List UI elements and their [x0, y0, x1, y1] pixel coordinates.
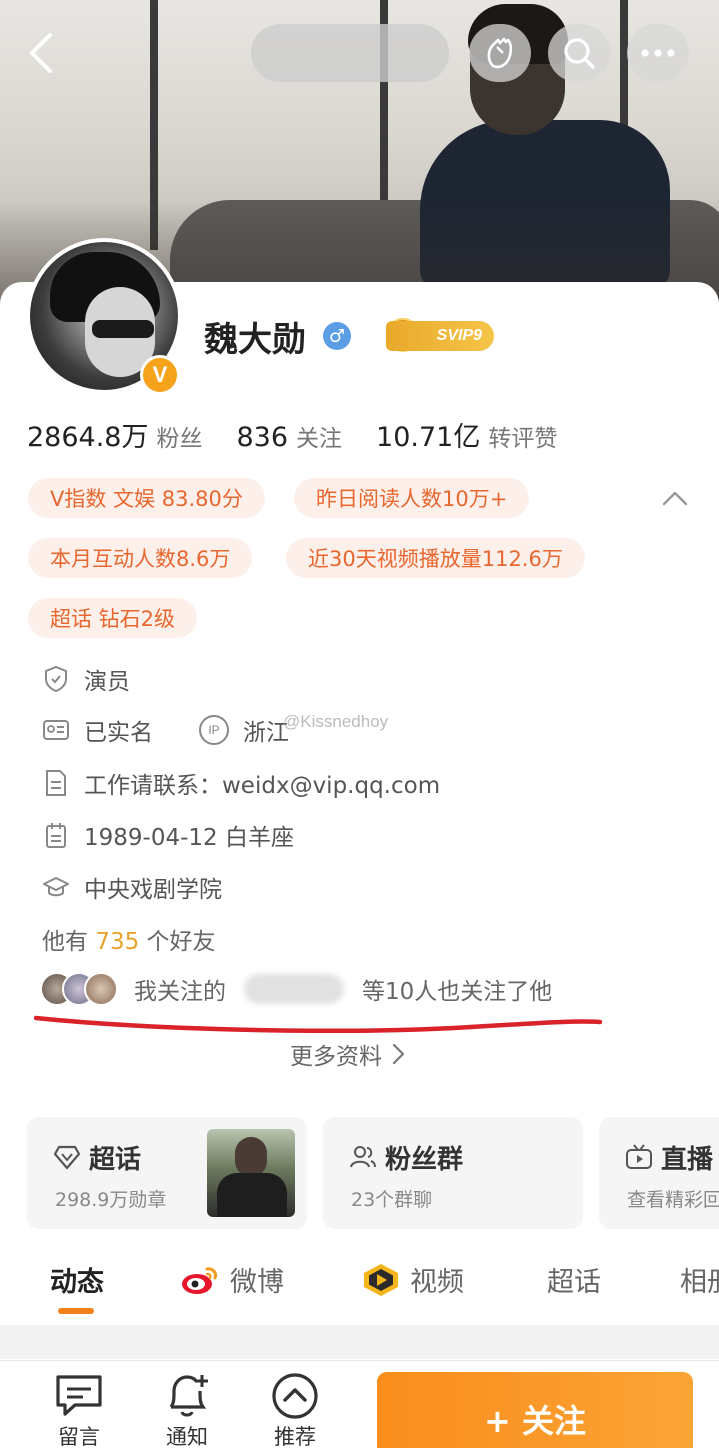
- recommend-label: 推荐: [274, 1425, 316, 1448]
- tab-label: 微博: [230, 1267, 284, 1298]
- watermark-text: @Kissnedhoy: [283, 712, 389, 731]
- chevron-left-icon: [30, 33, 52, 73]
- clap-hand-icon: [487, 37, 513, 69]
- verified-v-icon: V: [140, 355, 180, 395]
- section-divider: [0, 1325, 719, 1359]
- feature-sub: 298.9万勋章: [55, 1189, 167, 1211]
- tag-video-plays[interactable]: 近30天视频播放量112.6万: [286, 538, 585, 578]
- friends-prefix: 他有: [42, 929, 96, 955]
- back-button[interactable]: [20, 28, 62, 78]
- stat-following[interactable]: 836 关注: [236, 419, 342, 453]
- profile-stats: 2864.8万 粉丝 836 关注 10.71亿 转评赞: [27, 415, 591, 454]
- tab-weibo[interactable]: 微博: [180, 1260, 284, 1299]
- mini-avatar: [84, 972, 118, 1006]
- school-text: 中央戏剧学院: [84, 877, 222, 903]
- profile-name: 魏大勋: [204, 320, 306, 360]
- super-topic-card[interactable]: 超话 298.9万勋章: [27, 1117, 307, 1229]
- info-birthday: 1989-04-12 白羊座: [42, 818, 294, 852]
- video-badge-icon: [364, 1263, 398, 1296]
- feature-title: 粉丝群: [385, 1145, 464, 1175]
- bottom-action-bar: 留言 通知 推荐 + 关注: [0, 1360, 719, 1448]
- tab-super-topic[interactable]: 超话: [547, 1260, 601, 1299]
- live-card[interactable]: 直播 查看精彩回: [599, 1117, 719, 1229]
- mutual-follow-line[interactable]: 我关注的 等10人也关注了他: [40, 972, 620, 1006]
- shield-icon: [42, 665, 70, 693]
- stat-label: 粉丝: [156, 426, 203, 452]
- chevron-right-icon: [392, 1043, 405, 1065]
- stat-number: 2864.8万: [27, 422, 149, 453]
- follow-button[interactable]: + 关注: [377, 1372, 693, 1448]
- stat-label: 关注: [296, 426, 343, 452]
- notify-label: 通知: [166, 1425, 208, 1448]
- search-icon: [564, 38, 595, 69]
- stat-number: 10.71亿: [376, 422, 481, 453]
- chevron-up-icon[interactable]: [660, 485, 690, 511]
- tab-label: 视频: [410, 1267, 464, 1298]
- male-gender-icon: ♂: [323, 322, 351, 350]
- live-icon: [626, 1144, 652, 1169]
- id-card-icon: [42, 716, 70, 744]
- stat-interactions[interactable]: 10.71亿 转评赞: [376, 415, 557, 454]
- diamond-icon: [53, 1145, 81, 1170]
- feature-sub: 查看精彩回: [627, 1189, 719, 1211]
- friends-suffix: 个好友: [139, 929, 216, 955]
- tab-album[interactable]: 相册: [680, 1260, 719, 1299]
- info-identity: 已实名 IP 浙江: [42, 713, 289, 747]
- red-annotation-underline: [34, 1015, 603, 1033]
- content-tabs: 动态 微博 视频 超话 相册: [0, 1250, 719, 1314]
- chat-bubble-icon: [53, 1371, 105, 1421]
- birthday-text: 1989-04-12 白羊座: [84, 825, 294, 851]
- mutual-prefix: 我关注的: [134, 979, 226, 1005]
- svip-badge[interactable]: SVIP9: [386, 321, 494, 351]
- tab-label: 超话: [547, 1267, 601, 1298]
- graduation-cap-icon: [42, 873, 70, 901]
- more-info-link[interactable]: 更多资料: [290, 1037, 408, 1071]
- feature-title: 直播: [661, 1145, 714, 1175]
- info-occupation: 演员: [42, 662, 130, 696]
- tag-v-index[interactable]: V指数 文娱 83.80分: [28, 478, 265, 518]
- more-info-text: 更多资料: [290, 1044, 382, 1070]
- mutual-suffix: 等10人也关注了他: [362, 979, 553, 1005]
- tag-super-topic[interactable]: 超话 钻石2级: [28, 598, 198, 638]
- bell-plus-icon: [161, 1371, 213, 1421]
- info-contact: 工作请联系：weidx@vip.qq.com: [42, 766, 440, 800]
- group-icon: [350, 1146, 376, 1168]
- tag-daily-readers[interactable]: 昨日阅读人数10万+: [294, 478, 530, 518]
- tab-label: 相册: [680, 1267, 719, 1298]
- info-school: 中央戏剧学院: [42, 870, 222, 904]
- friends-count: 735: [95, 929, 140, 955]
- super-topic-thumbnail: [207, 1129, 295, 1217]
- ip-location-icon: IP: [199, 715, 229, 745]
- notify-button[interactable]: 通知: [152, 1371, 222, 1448]
- real-name-text: 已实名: [84, 720, 153, 746]
- title-pill-blurred: [251, 24, 449, 82]
- friends-count-line[interactable]: 他有 735 个好友: [42, 922, 216, 956]
- search-button[interactable]: [548, 24, 610, 82]
- contact-text: 工作请联系：weidx@vip.qq.com: [84, 773, 441, 799]
- weibo-logo-icon: [182, 1266, 217, 1294]
- tab-label: 动态: [50, 1267, 104, 1298]
- recommend-button[interactable]: 推荐: [260, 1371, 330, 1448]
- stat-number: 836: [236, 422, 289, 453]
- stat-label: 转评赞: [488, 426, 558, 452]
- document-icon: [42, 769, 70, 797]
- avatar-glasses: [92, 320, 154, 338]
- blurred-names: [244, 974, 344, 1004]
- tab-feed[interactable]: 动态: [50, 1260, 104, 1299]
- more-button[interactable]: [627, 24, 689, 82]
- stat-followers[interactable]: 2864.8万 粉丝: [27, 415, 202, 454]
- chevron-up-circle-icon: [269, 1371, 321, 1421]
- message-label: 留言: [58, 1425, 100, 1448]
- active-tab-indicator: [58, 1308, 94, 1314]
- tag-monthly-interactions[interactable]: 本月互动人数8.6万: [28, 538, 253, 578]
- clap-button[interactable]: [469, 24, 531, 82]
- message-button[interactable]: 留言: [44, 1371, 114, 1448]
- more-icon: [641, 49, 675, 57]
- tab-video[interactable]: 视频: [360, 1260, 464, 1299]
- calendar-icon: [42, 821, 70, 849]
- occupation-text: 演员: [84, 669, 130, 695]
- feature-title: 超话: [89, 1145, 142, 1175]
- fan-group-card[interactable]: 粉丝群 23个群聊: [323, 1117, 583, 1229]
- feature-sub: 23个群聊: [351, 1189, 433, 1211]
